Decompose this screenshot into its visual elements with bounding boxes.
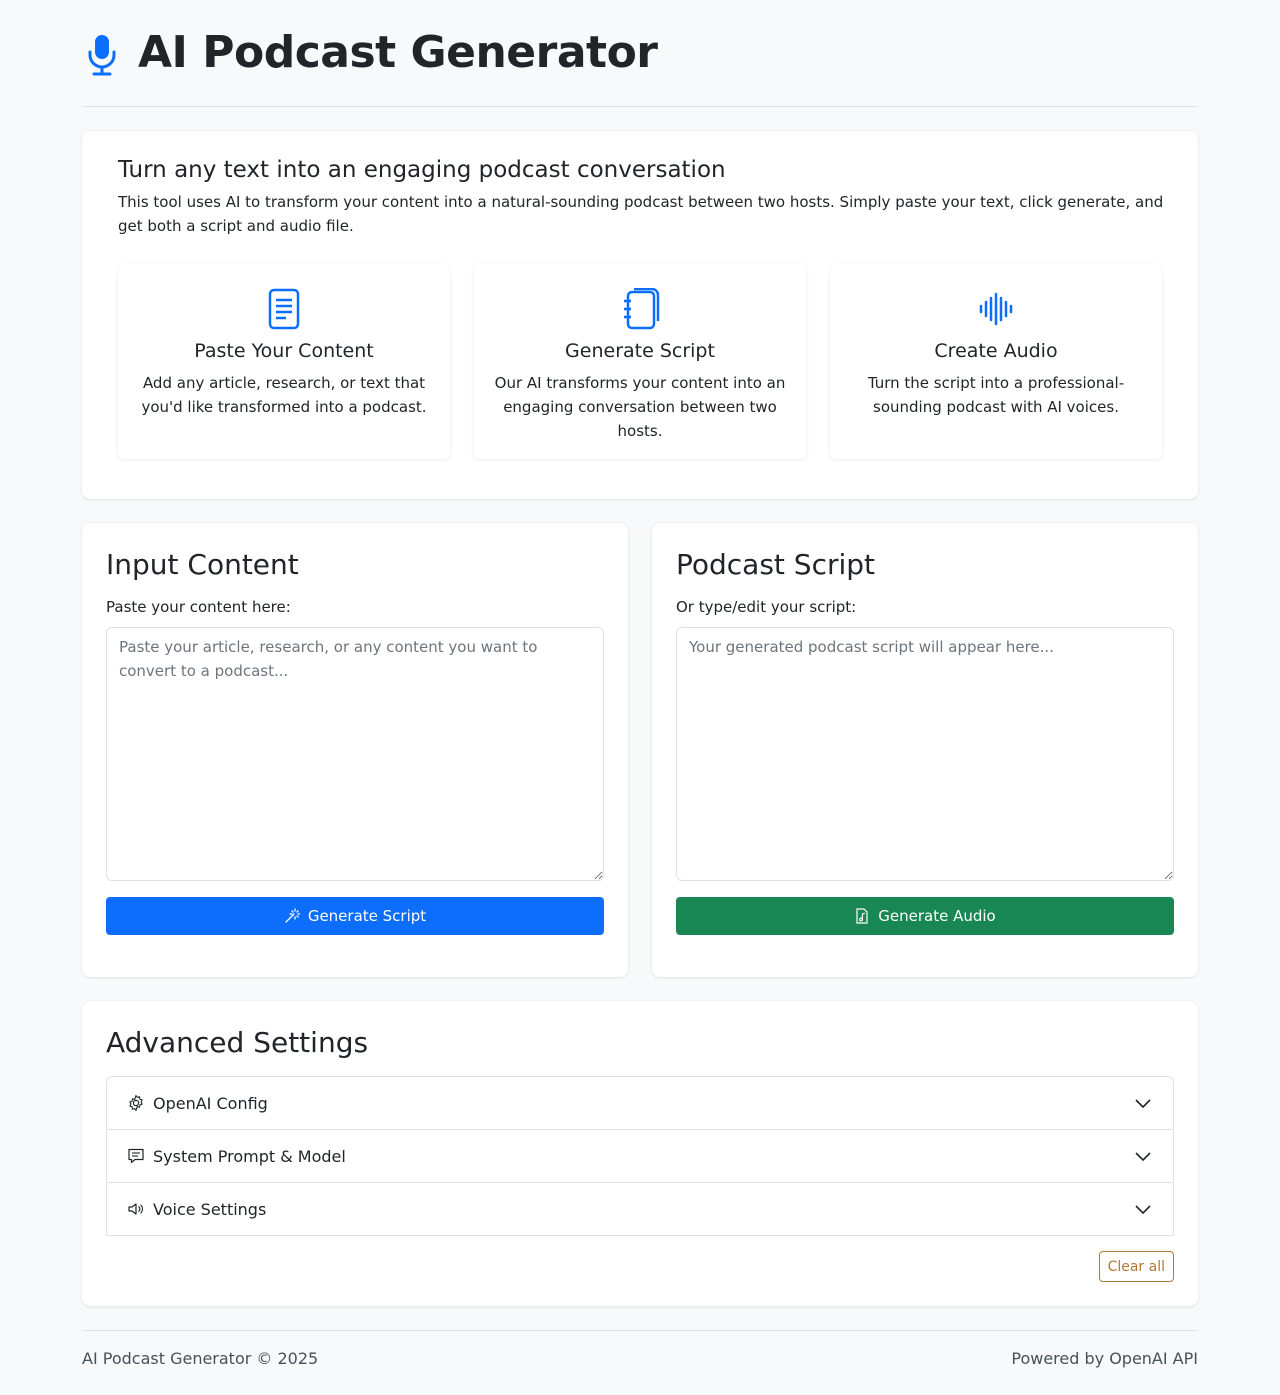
podcast-script-title: Podcast Script <box>676 548 876 581</box>
feature-card-audio: Create Audio Turn the script into a prof… <box>830 264 1162 459</box>
chat-square-icon <box>128 1148 144 1164</box>
accordion-label: System Prompt & Model <box>153 1146 346 1166</box>
input-content-title: Input Content <box>106 548 299 581</box>
feature-title: Create Audio <box>934 340 1058 362</box>
page-header: AI Podcast Generator <box>82 0 1198 107</box>
accordion-label: Voice Settings <box>153 1199 267 1219</box>
podcast-script-label: Or type/edit your script: <box>676 598 857 616</box>
microphone-icon <box>88 35 116 76</box>
volume-icon <box>128 1203 143 1215</box>
chevron-down-icon <box>1135 1152 1151 1162</box>
feature-card-script: Generate Script Our AI transforms your c… <box>474 264 806 459</box>
page-footer: AI Podcast Generator © 2025 Powered by O… <box>82 1330 1198 1368</box>
chevron-down-icon <box>1135 1205 1151 1215</box>
generate-audio-button[interactable]: Generate Audio <box>676 897 1174 935</box>
accordion-system-prompt[interactable]: System Prompt & Model <box>107 1130 1173 1183</box>
footer-copyright: AI Podcast Generator © 2025 <box>82 1349 319 1368</box>
page-container: AI Podcast Generator Turn any text into … <box>82 0 1198 1368</box>
podcast-script-textarea[interactable] <box>676 627 1174 881</box>
input-content-card: Input Content Paste your content here: G… <box>82 523 628 977</box>
clear-all-button[interactable]: Clear all <box>1098 1251 1174 1282</box>
gear-icon <box>129 1094 143 1112</box>
accordion-voice-settings[interactable]: Voice Settings <box>107 1183 1173 1236</box>
page-title: AI Podcast Generator <box>138 26 658 78</box>
advanced-settings-title: Advanced Settings <box>106 1026 369 1059</box>
soundwave-icon <box>979 292 1013 326</box>
accordion-openai-config[interactable]: OpenAI Config <box>107 1077 1173 1130</box>
file-music-icon <box>856 908 868 924</box>
feature-text: Turn the script into a professional-soun… <box>867 374 1125 416</box>
intro-card: Turn any text into an engaging podcast c… <box>82 131 1198 499</box>
generate-script-button[interactable]: Generate Script <box>106 897 604 935</box>
footer-powered-by: Powered by OpenAI API <box>1011 1349 1198 1368</box>
feature-text: Our AI transforms your content into an e… <box>494 374 786 440</box>
podcast-script-card: Podcast Script Or type/edit your script:… <box>652 523 1198 977</box>
journal-icon <box>624 288 660 330</box>
generate-script-label: Generate Script <box>307 907 427 925</box>
input-content-textarea[interactable] <box>106 627 604 881</box>
feature-list: Paste Your Content Add any article, rese… <box>118 264 1162 459</box>
feature-title: Paste Your Content <box>194 340 374 362</box>
intro-description: This tool uses AI to transform your cont… <box>118 193 1164 235</box>
magic-wand-icon <box>285 908 300 923</box>
intro-heading: Turn any text into an engaging podcast c… <box>118 157 726 183</box>
advanced-settings-card: Advanced Settings OpenAI Config System P… <box>82 1001 1198 1306</box>
chevron-down-icon <box>1135 1099 1151 1109</box>
feature-title: Generate Script <box>565 340 715 362</box>
document-icon <box>268 288 300 330</box>
accordion-label: OpenAI Config <box>153 1093 268 1113</box>
feature-text: Add any article, research, or text that … <box>141 374 427 416</box>
input-content-label: Paste your content here: <box>106 598 291 616</box>
generate-audio-label: Generate Audio <box>878 907 996 925</box>
feature-card-paste: Paste Your Content Add any article, rese… <box>118 264 450 459</box>
advanced-settings-accordion: OpenAI Config System Prompt & Model Voic… <box>106 1076 1174 1236</box>
